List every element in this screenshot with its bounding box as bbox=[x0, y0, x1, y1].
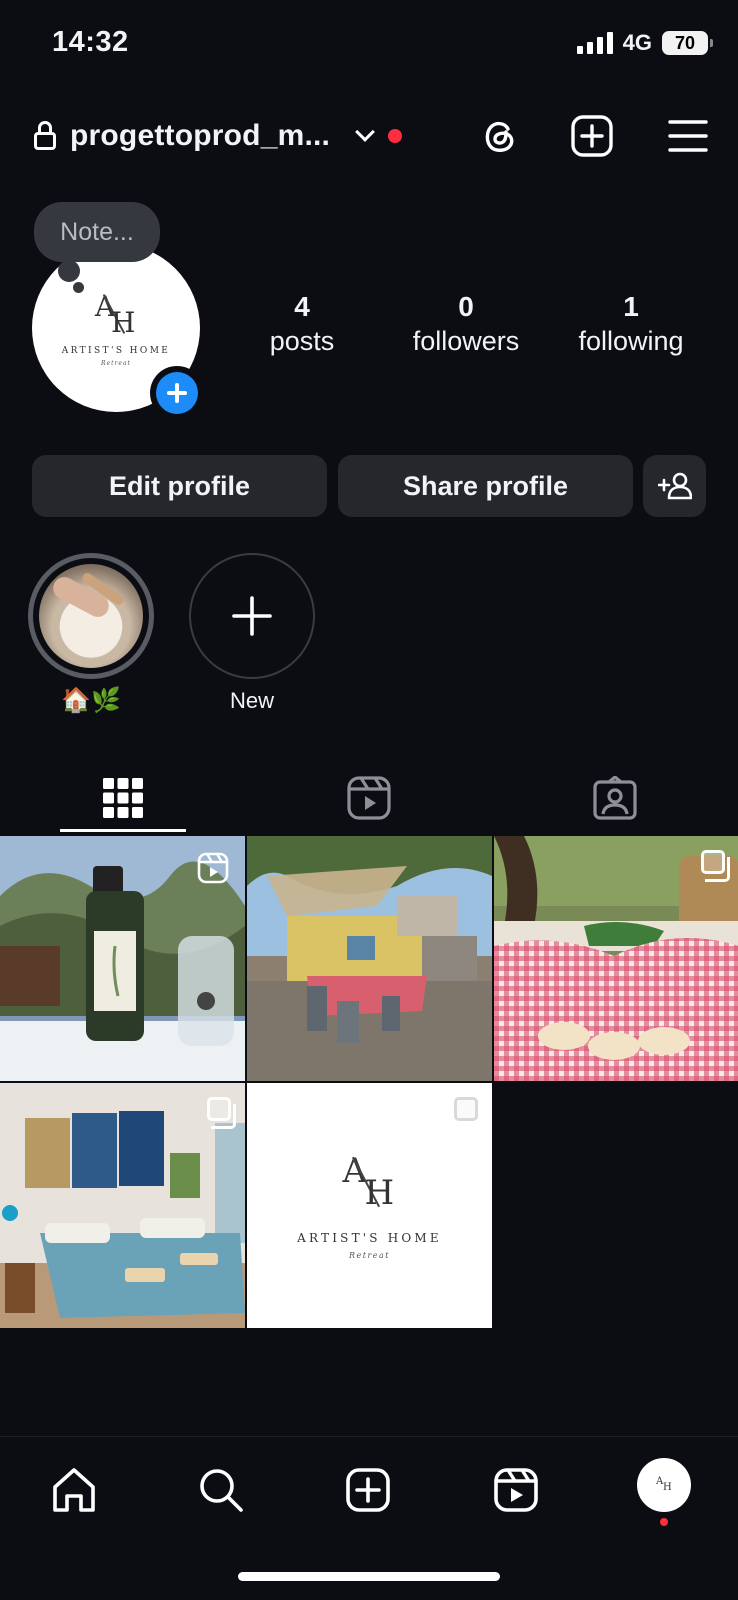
logo-monogram: A H bbox=[339, 1151, 401, 1213]
create-post-button[interactable] bbox=[566, 110, 618, 162]
add-story-button[interactable] bbox=[150, 366, 204, 420]
carousel-indicator-icon bbox=[701, 850, 730, 882]
logo-monogram: A H bbox=[91, 290, 141, 340]
tagged-icon bbox=[593, 776, 637, 820]
plus-icon bbox=[156, 372, 198, 414]
new-highlight-button[interactable] bbox=[189, 553, 315, 679]
stat-posts[interactable]: 4 posts bbox=[222, 290, 382, 358]
notification-dot bbox=[388, 129, 403, 143]
reel-indicator-icon bbox=[197, 852, 229, 889]
stat-following[interactable]: 1 following bbox=[551, 290, 711, 358]
nav-home[interactable] bbox=[44, 1460, 104, 1520]
tab-posts-grid[interactable] bbox=[0, 760, 246, 836]
grid-post-3[interactable] bbox=[494, 836, 738, 1081]
threads-button[interactable] bbox=[474, 110, 526, 162]
highlight-label: 🏠🌿 bbox=[61, 687, 121, 714]
plus-icon bbox=[232, 596, 272, 636]
home-indicator[interactable] bbox=[238, 1572, 500, 1581]
nav-profile-avatar[interactable]: A H bbox=[637, 1458, 691, 1512]
profile-header: progettoprod_m... bbox=[34, 110, 714, 162]
post-thumbnail bbox=[247, 836, 492, 1081]
grid-post-2[interactable] bbox=[247, 836, 492, 1081]
logo-subtitle: Retreat bbox=[101, 359, 131, 367]
logo-letter-a: A bbox=[342, 1151, 368, 1191]
nav-create[interactable] bbox=[338, 1460, 398, 1520]
logo-letter-h: H bbox=[364, 1173, 395, 1213]
stat-followers[interactable]: 0 followers bbox=[386, 290, 546, 358]
new-highlight-label: New bbox=[229, 688, 274, 713]
logo-letter-h: H bbox=[663, 1482, 672, 1493]
stat-value: 1 bbox=[623, 291, 639, 322]
stat-value: 4 bbox=[294, 291, 310, 322]
home-icon bbox=[53, 1468, 95, 1512]
create-icon bbox=[346, 1468, 390, 1512]
hamburger-icon bbox=[668, 120, 708, 152]
logo-letter-h: H bbox=[111, 305, 136, 339]
lock-icon bbox=[34, 121, 56, 151]
stat-label: following bbox=[578, 326, 684, 356]
note-bubble[interactable]: Note... bbox=[34, 202, 160, 262]
nav-search[interactable] bbox=[191, 1460, 251, 1520]
grid-post-1[interactable] bbox=[0, 836, 245, 1081]
profile-notification-dot bbox=[660, 1518, 668, 1526]
search-icon bbox=[200, 1469, 243, 1512]
menu-button[interactable] bbox=[662, 110, 714, 162]
reels-icon bbox=[494, 1468, 538, 1512]
reels-icon bbox=[347, 776, 391, 820]
grid-post-4[interactable] bbox=[0, 1083, 245, 1328]
note-bubble-tail-small bbox=[73, 282, 84, 293]
threads-icon bbox=[485, 121, 514, 152]
discover-people-button[interactable] bbox=[643, 455, 706, 517]
network-label: 4G bbox=[622, 30, 652, 55]
nav-reels[interactable] bbox=[486, 1460, 546, 1520]
highlight-cover-image bbox=[39, 564, 143, 668]
grid-icon bbox=[103, 778, 143, 818]
logo-monogram: A H bbox=[655, 1476, 673, 1494]
battery-level: 70 bbox=[674, 32, 696, 53]
plus-square-icon bbox=[571, 115, 613, 157]
note-placeholder: Note... bbox=[60, 217, 134, 246]
account-switcher-username[interactable]: progettoprod_m... bbox=[70, 119, 330, 153]
battery-icon: 70 bbox=[662, 31, 713, 55]
status-time: 14:32 bbox=[52, 26, 129, 58]
logo-subtitle: Retreat bbox=[348, 1251, 390, 1260]
tab-reels[interactable] bbox=[246, 760, 492, 836]
carousel-indicator-icon bbox=[207, 1097, 236, 1129]
active-tab-indicator bbox=[60, 829, 186, 832]
post-thumbnail bbox=[494, 836, 738, 1081]
note-bubble-tail bbox=[58, 260, 80, 282]
tab-tagged[interactable] bbox=[492, 760, 738, 836]
edit-profile-button[interactable]: Edit profile bbox=[32, 455, 327, 517]
stat-label: followers bbox=[412, 326, 520, 356]
carousel-indicator-icon bbox=[454, 1097, 483, 1129]
add-person-icon bbox=[657, 472, 692, 500]
share-profile-button[interactable]: Share profile bbox=[338, 455, 633, 517]
signal-icon bbox=[576, 32, 613, 54]
logo-text: ARTIST'S HOME bbox=[61, 345, 171, 356]
logo-text: ARTIST'S HOME bbox=[297, 1231, 442, 1245]
grid-post-5[interactable]: A H ARTIST'S HOME Retreat bbox=[247, 1083, 492, 1328]
highlight-story[interactable] bbox=[28, 553, 154, 679]
chevron-down-icon[interactable] bbox=[355, 122, 375, 142]
status-indicators: 4G 70 bbox=[576, 30, 713, 56]
stat-label: posts bbox=[269, 326, 335, 356]
stat-value: 0 bbox=[458, 291, 474, 322]
